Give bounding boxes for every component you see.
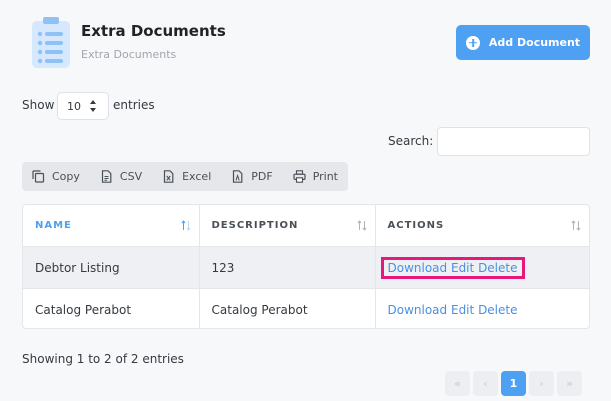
print-button[interactable]: Print [283, 162, 348, 191]
printer-icon [293, 170, 306, 183]
pdf-button[interactable]: PDF [221, 162, 282, 191]
table-info: Showing 1 to 2 of 2 entries [22, 352, 184, 366]
entries-select[interactable]: 10 [57, 92, 109, 120]
clipboard-icon [32, 17, 70, 68]
previous-page-button[interactable]: ‹ [473, 371, 498, 396]
delete-link[interactable]: Delete [478, 261, 517, 275]
excel-file-icon [164, 170, 174, 183]
pdf-file-icon [233, 170, 243, 183]
entries-label: entries [113, 98, 155, 112]
edit-link[interactable]: Edit [451, 303, 474, 317]
column-header-description-label: DESCRIPTION [211, 220, 299, 231]
copy-button[interactable]: Copy [22, 162, 90, 191]
page-1-button[interactable]: 1 [501, 371, 526, 396]
edit-link[interactable]: Edit [451, 261, 474, 275]
column-header-actions-label: ACTIONS [387, 220, 445, 231]
pagination: « ‹ 1 › » [445, 371, 582, 396]
column-header-description[interactable]: DESCRIPTION [198, 205, 375, 247]
print-label: Print [312, 170, 338, 183]
csv-button[interactable]: CSV [90, 162, 152, 191]
cell-actions: Download Edit Delete [374, 288, 589, 328]
export-button-group: Copy CSV Excel PDF Print [22, 162, 348, 191]
search-label: Search: [388, 134, 434, 148]
download-link[interactable]: Download [388, 261, 448, 275]
next-page-button[interactable]: › [529, 371, 554, 396]
delete-link[interactable]: Delete [478, 303, 517, 317]
first-page-button[interactable]: « [445, 371, 470, 396]
highlighted-actions: Download Edit Delete [380, 256, 525, 279]
show-label: Show [22, 98, 55, 112]
sort-ascending-icon [180, 220, 191, 231]
last-page-button[interactable]: » [557, 371, 582, 396]
csv-file-icon [101, 170, 112, 183]
cell-description: Catalog Perabot [198, 288, 375, 328]
select-arrows-icon [90, 100, 96, 112]
sort-icon [571, 220, 581, 231]
page-title: Extra Documents [81, 22, 226, 40]
column-header-name[interactable]: NAME [23, 205, 199, 247]
copy-label: Copy [52, 170, 80, 183]
sort-icon [356, 220, 367, 231]
table-row: Debtor Listing 123 Download Edit Delete [23, 246, 589, 289]
download-link[interactable]: Download [388, 303, 448, 317]
cell-name: Catalog Perabot [35, 302, 132, 317]
entries-select-value: 10 [67, 99, 81, 113]
cell-description: 123 [198, 246, 375, 289]
page-subtitle: Extra Documents [81, 48, 177, 61]
add-document-label: Add Document [488, 36, 581, 49]
column-header-name-label: NAME [35, 220, 72, 231]
csv-label: CSV [119, 170, 143, 183]
excel-button[interactable]: Excel [152, 162, 221, 191]
plus-circle-icon [465, 35, 480, 50]
pdf-label: PDF [251, 170, 273, 183]
documents-table: NAME DESCRIPTION ACTIONS Debtor Listing … [22, 204, 590, 329]
table-row: Catalog Perabot Catalog Perabot Download… [23, 288, 589, 328]
cell-name: Debtor Listing [23, 246, 199, 289]
search-input[interactable] [437, 127, 590, 156]
excel-label: Excel [182, 170, 212, 183]
add-document-button[interactable]: Add Document [456, 25, 590, 60]
column-header-actions[interactable]: ACTIONS [374, 205, 589, 247]
cell-actions: Download Edit Delete [374, 246, 589, 289]
copy-icon [32, 170, 45, 183]
